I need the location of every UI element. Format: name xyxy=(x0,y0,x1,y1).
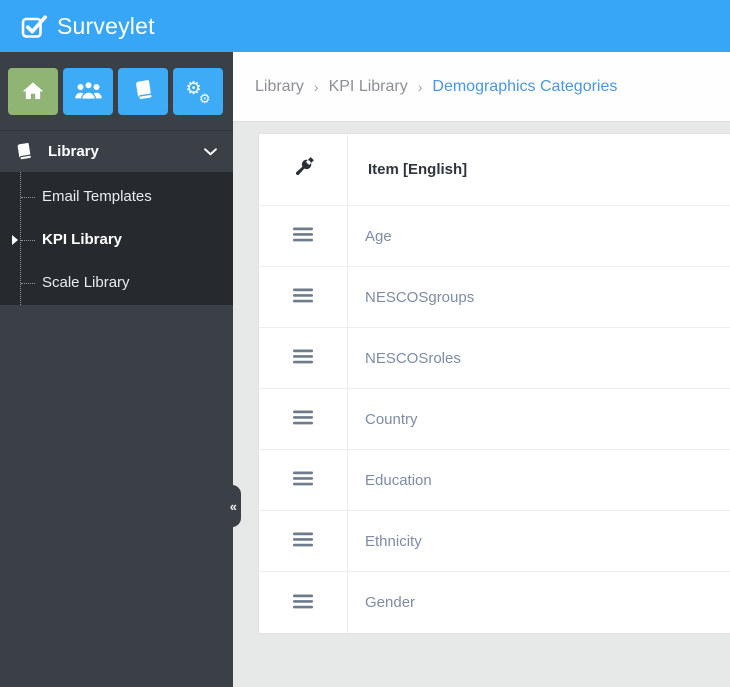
row-menu-button[interactable] xyxy=(291,347,315,369)
item-column-header: Item [English] xyxy=(368,161,468,178)
row-menu-button[interactable] xyxy=(291,592,315,614)
sidebar: ⚙ ⚙ Library Email Templates KPI Library … xyxy=(0,52,241,687)
home-icon xyxy=(22,81,44,103)
item-link[interactable]: Gender xyxy=(365,594,415,611)
hamburger-menu-icon xyxy=(293,349,313,367)
row-actions-cell xyxy=(259,389,348,449)
breadcrumb: Library › KPI Library › Demographics Cat… xyxy=(233,52,730,122)
row-menu-button[interactable] xyxy=(291,408,315,430)
users-icon xyxy=(74,80,102,103)
breadcrumb-separator: › xyxy=(313,78,319,95)
item-link[interactable]: Education xyxy=(365,472,432,489)
sidebar-collapse-button[interactable]: « xyxy=(224,485,241,527)
item-link[interactable]: Ethnicity xyxy=(365,533,422,550)
table-header-row: Item [English] xyxy=(259,134,730,206)
tree-connector xyxy=(21,239,35,241)
library-submenu: Email Templates KPI Library Scale Librar… xyxy=(0,172,233,305)
sidebar-item-label: Scale Library xyxy=(42,274,130,291)
top-header: Surveylet xyxy=(0,0,730,52)
hamburger-menu-icon xyxy=(293,532,313,550)
row-menu-button[interactable] xyxy=(291,469,315,491)
sidebar-library-label: Library xyxy=(48,143,99,160)
sidebar-toolbar: ⚙ ⚙ xyxy=(0,52,233,115)
app-title: Surveylet xyxy=(57,12,155,39)
check-square-icon xyxy=(21,14,47,39)
wrench-icon xyxy=(293,156,314,183)
sidebar-item-email-templates[interactable]: Email Templates xyxy=(0,175,233,218)
item-link[interactable]: Country xyxy=(365,411,418,428)
item-cell: Ethnicity xyxy=(348,511,730,571)
main-shell: ⚙ ⚙ Library Email Templates KPI Library … xyxy=(0,52,730,687)
sidebar-item-kpi-library[interactable]: KPI Library xyxy=(0,218,233,261)
book-icon xyxy=(15,142,33,161)
row-actions-cell xyxy=(259,450,348,510)
item-link[interactable]: NESCOSgroups xyxy=(365,289,474,306)
users-button[interactable] xyxy=(63,68,113,115)
tree-connector xyxy=(21,196,35,198)
app-window: Surveylet ⚙ ⚙ Library Email Templates KP… xyxy=(0,0,730,687)
item-cell: Age xyxy=(348,206,730,266)
hamburger-menu-icon xyxy=(293,227,313,245)
table-row: NESCOSgroups xyxy=(259,267,730,328)
content-area: Library › KPI Library › Demographics Cat… xyxy=(233,52,730,687)
table-row: Education xyxy=(259,450,730,511)
sidebar-item-scale-library[interactable]: Scale Library xyxy=(0,261,233,304)
chevron-down-icon xyxy=(204,147,217,156)
book-icon xyxy=(133,79,154,104)
table-row: Country xyxy=(259,389,730,450)
item-cell: Gender xyxy=(348,572,730,633)
hamburger-menu-icon xyxy=(293,594,313,612)
breadcrumb-kpi-library[interactable]: KPI Library xyxy=(329,78,408,96)
hamburger-menu-icon xyxy=(293,288,313,306)
row-actions-cell xyxy=(259,511,348,571)
row-actions-cell xyxy=(259,328,348,388)
kpi-categories-table: Item [English] Age NESCOSgroups NESCOSro… xyxy=(258,133,730,634)
sidebar-item-library[interactable]: Library xyxy=(0,130,233,172)
actions-column-header xyxy=(259,134,348,205)
breadcrumb-library[interactable]: Library xyxy=(255,78,304,96)
row-actions-cell xyxy=(259,206,348,266)
hamburger-menu-icon xyxy=(293,471,313,489)
item-link[interactable]: Age xyxy=(365,228,392,245)
sidebar-item-label: Email Templates xyxy=(42,188,152,205)
collapse-left-icon: « xyxy=(229,498,237,514)
brand-logo[interactable]: Surveylet xyxy=(21,13,155,40)
row-actions-cell xyxy=(259,572,348,633)
item-cell: Education xyxy=(348,450,730,510)
table-row: NESCOSroles xyxy=(259,328,730,389)
home-button[interactable] xyxy=(8,68,58,115)
item-cell: NESCOSroles xyxy=(348,328,730,388)
tree-connector xyxy=(21,282,35,284)
table-row: Gender xyxy=(259,572,730,633)
breadcrumb-current-page: Demographics Categories xyxy=(432,77,618,95)
hamburger-menu-icon xyxy=(293,410,313,428)
table-row: Age xyxy=(259,206,730,267)
row-actions-cell xyxy=(259,267,348,327)
item-cell: Country xyxy=(348,389,730,449)
caret-right-icon xyxy=(12,234,18,245)
item-cell: NESCOSgroups xyxy=(348,267,730,327)
row-menu-button[interactable] xyxy=(291,286,315,308)
breadcrumb-separator: › xyxy=(417,78,423,95)
sidebar-item-label: KPI Library xyxy=(42,231,123,248)
row-menu-button[interactable] xyxy=(291,225,315,247)
library-button[interactable] xyxy=(118,68,168,115)
row-menu-button[interactable] xyxy=(291,530,315,552)
gears-icon: ⚙ ⚙ xyxy=(185,78,211,106)
settings-button[interactable]: ⚙ ⚙ xyxy=(173,68,223,115)
item-link[interactable]: NESCOSroles xyxy=(365,350,461,367)
table-row: Ethnicity xyxy=(259,511,730,572)
